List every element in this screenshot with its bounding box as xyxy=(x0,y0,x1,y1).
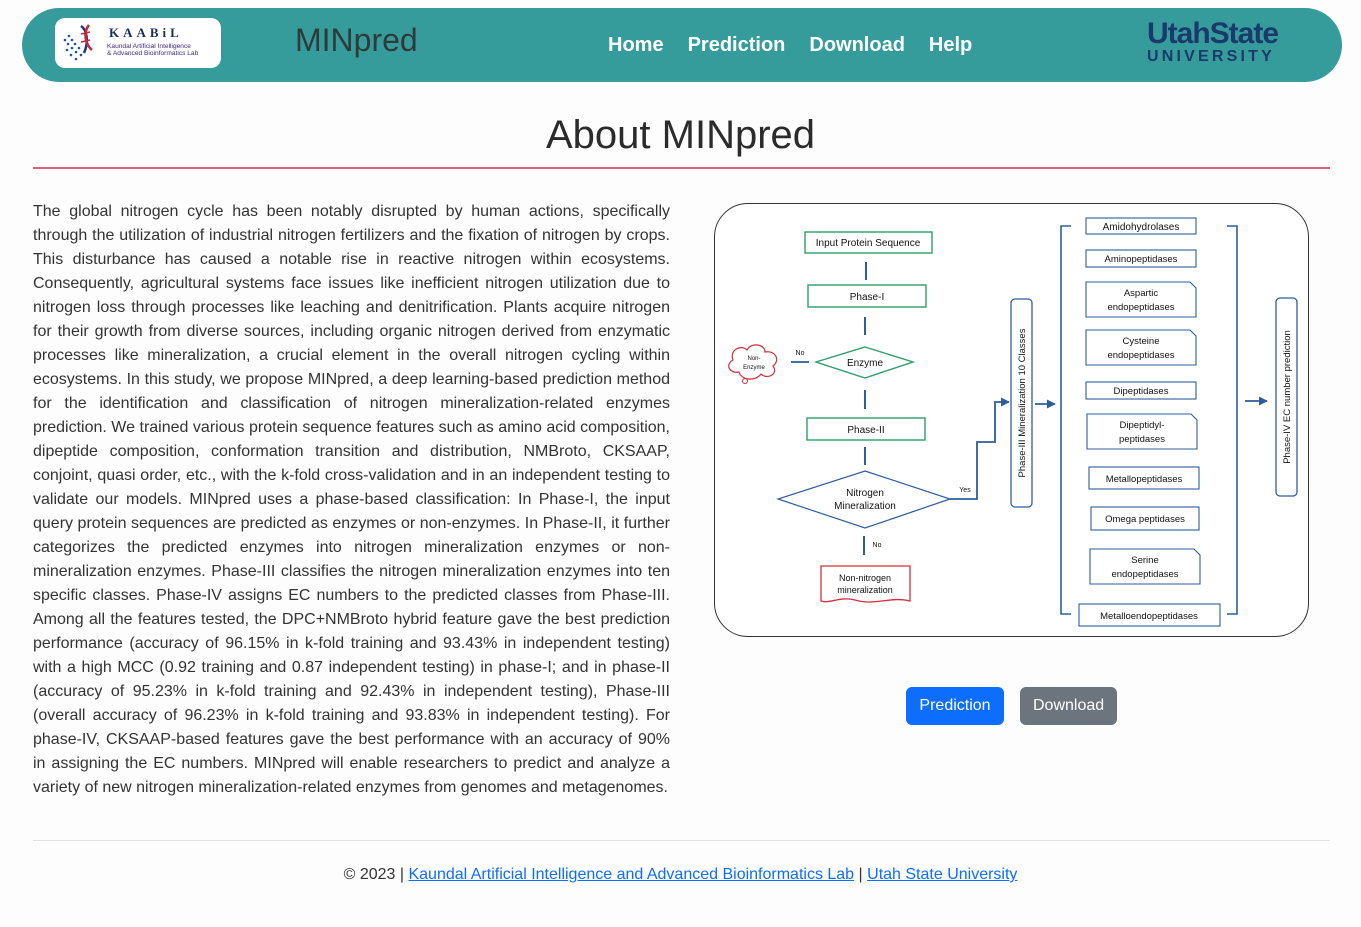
top-navbar: KAABiL Kaundal Artificial Intelligence &… xyxy=(22,8,1342,82)
class-label: endopeptidases xyxy=(1107,350,1174,361)
no-label-2: No xyxy=(873,542,882,549)
class-label: Metallopeptidases xyxy=(1106,474,1183,485)
non-enzyme-label-1: Non- xyxy=(747,356,760,362)
class-label: endopeptidases xyxy=(1111,569,1178,580)
nitrogen-label-1: Nitrogen xyxy=(846,488,884,499)
phase3-label: Phase-III Mineralization 10 Classes xyxy=(1017,328,1028,477)
footer-usu-link[interactable]: Utah State University xyxy=(867,866,1017,883)
class-list: Amidohydrolases Aminopeptidases Aspartic… xyxy=(1078,217,1221,627)
logo-subtitle-line1: Kaundal Artificial Intelligence xyxy=(107,43,191,50)
title-divider xyxy=(33,167,1330,169)
page-title: About MINpred xyxy=(545,113,816,157)
non-enzyme-cloud xyxy=(728,344,778,380)
footer-copyright: © 2023 | xyxy=(343,866,405,883)
enzyme-label: Enzyme xyxy=(847,358,884,369)
non-nitrogen-label-2: mineralization xyxy=(837,585,893,595)
usu-logo-bottom: UNIVERSITY xyxy=(1147,48,1276,65)
input-sequence-label: Input Protein Sequence xyxy=(816,238,921,249)
phase2-label: Phase-II xyxy=(847,425,884,436)
logo-title: KAABiL xyxy=(109,25,183,40)
class-label: Metalloendopeptidases xyxy=(1100,611,1198,622)
about-paragraph: The global nitrogen cycle has been notab… xyxy=(33,203,670,796)
phase4-label: Phase-IV EC number prediction xyxy=(1282,330,1293,464)
yes-connector xyxy=(950,397,1010,500)
class-label: endopeptidases xyxy=(1107,302,1174,313)
usu-logo[interactable]: UtahState UNIVERSITY xyxy=(1147,17,1307,66)
prediction-button[interactable]: Prediction xyxy=(906,687,1004,725)
footer-separator: | xyxy=(858,866,863,883)
non-enzyme-label-2: Enzyme xyxy=(743,365,765,371)
usu-logo-top: UtahState xyxy=(1147,17,1279,50)
class-label: Dipeptidyl- xyxy=(1120,420,1165,431)
download-button[interactable]: Download xyxy=(1020,687,1117,725)
nav-prediction[interactable]: Prediction xyxy=(688,34,786,57)
nav-home[interactable]: Home xyxy=(608,34,664,57)
no-label-1: No xyxy=(796,350,805,357)
footer: © 2023 | Kaundal Artificial Intelligence… xyxy=(0,866,1361,884)
footer-divider xyxy=(33,840,1330,841)
nav-links: Home Prediction Download Help xyxy=(608,34,972,57)
class-label: Aspartic xyxy=(1124,288,1159,299)
brand-name[interactable]: MINpred xyxy=(295,22,418,59)
class-label: Amidohydrolases xyxy=(1103,222,1180,233)
kaabil-logo[interactable]: KAABiL Kaundal Artificial Intelligence &… xyxy=(55,18,221,68)
class-label: Aminopeptidases xyxy=(1105,254,1178,265)
non-nitrogen-box xyxy=(820,565,911,603)
phase1-label: Phase-I xyxy=(850,292,884,303)
cloud-dot xyxy=(742,378,748,384)
classes-bracket-left xyxy=(1060,225,1071,615)
nav-download[interactable]: Download xyxy=(809,34,905,57)
class-label: Omega peptidases xyxy=(1105,514,1185,525)
nav-help[interactable]: Help xyxy=(929,34,972,57)
footer-lab-link[interactable]: Kaundal Artificial Intelligence and Adva… xyxy=(408,866,854,883)
nitrogen-decision xyxy=(776,470,952,529)
non-nitrogen-label-1: Non-nitrogen xyxy=(839,573,891,583)
workflow-diagram-svg: Input Protein Sequence Phase-I Enzyme No… xyxy=(728,217,1298,627)
yes-label: Yes xyxy=(959,487,971,494)
classes-bracket-right xyxy=(1227,225,1238,615)
class-label: peptidases xyxy=(1119,434,1165,445)
nitrogen-label-2: Mineralization xyxy=(834,501,896,512)
workflow-diagram: Input Protein Sequence Phase-I Enzyme No… xyxy=(714,203,1309,637)
logo-subtitle-line2: & Advanced Bioinformatics Lab xyxy=(107,50,199,58)
logo-subtitle: Kaundal Artificial Intelligence & Advanc… xyxy=(107,43,198,57)
class-label: Serine xyxy=(1131,555,1158,566)
class-label: Dipeptidases xyxy=(1114,386,1169,397)
class-label: Cysteine xyxy=(1123,336,1160,347)
kaabil-logo-icon xyxy=(63,24,93,61)
